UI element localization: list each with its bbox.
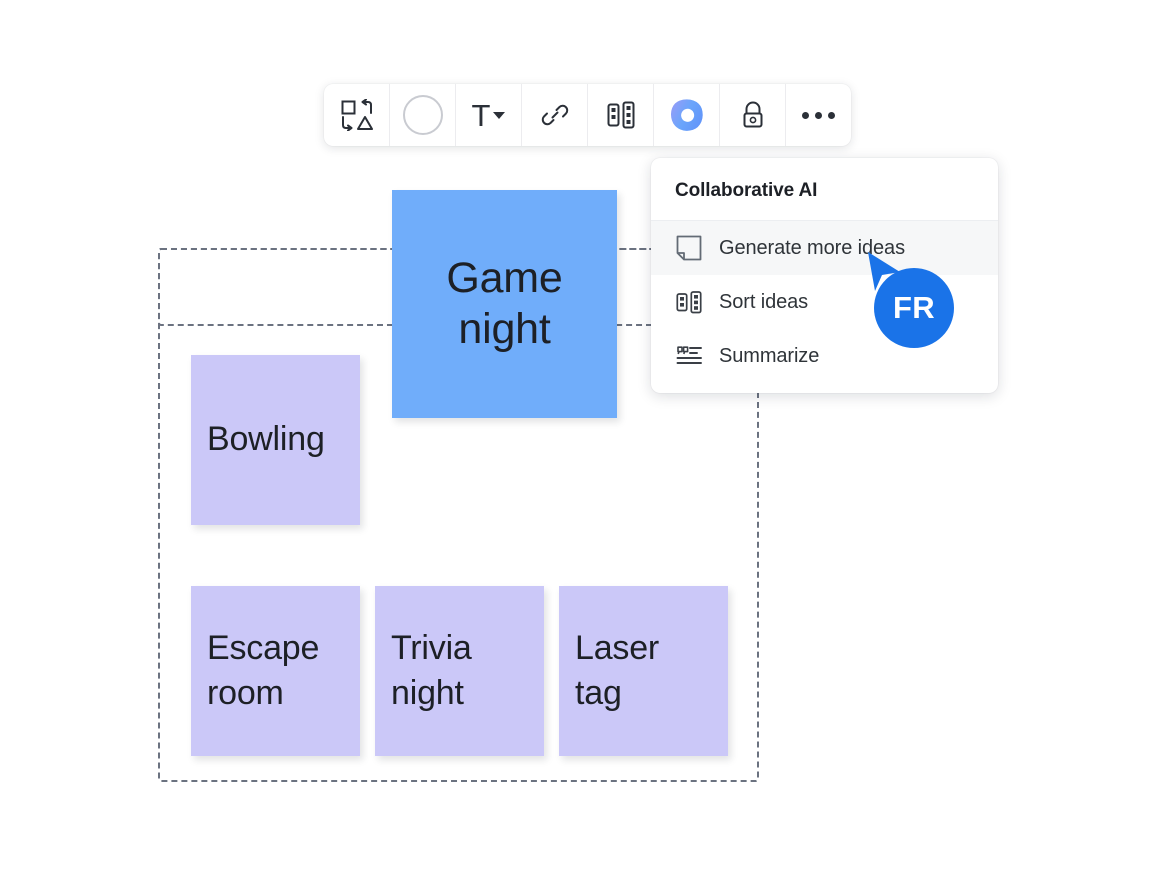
avatar-initials: FR <box>893 290 935 326</box>
sticky-note-text: Game night <box>408 253 601 354</box>
whiteboard-toolbar: T <box>324 84 851 146</box>
tool-collaborative-ai[interactable] <box>654 84 720 146</box>
menu-item-label: Summarize <box>719 345 819 368</box>
tool-link[interactable] <box>522 84 588 146</box>
tool-shape-circle[interactable] <box>390 84 456 146</box>
sticky-note-text: Laser tag <box>575 626 712 716</box>
text-glyph: T <box>472 102 491 129</box>
panel-title: Collaborative AI <box>651 158 998 221</box>
tool-lock[interactable] <box>720 84 786 146</box>
summarize-icon <box>675 342 703 370</box>
sort-columns-icon <box>607 100 635 130</box>
menu-item-label: Generate more ideas <box>719 237 905 260</box>
sticky-note-game-night[interactable]: Game night <box>392 190 617 418</box>
collaborative-ai-panel: Collaborative AI Generate more ideas <box>651 158 998 393</box>
sticky-note-text: Escape room <box>207 626 344 716</box>
menu-item-label: Sort ideas <box>719 291 808 314</box>
whiteboard-canvas[interactable]: Game night Bowling Escape room Trivia ni… <box>0 0 1160 870</box>
tool-more[interactable] <box>786 84 851 146</box>
sticky-note-escape-room[interactable]: Escape room <box>191 586 360 756</box>
chevron-down-icon <box>493 112 505 119</box>
tool-text[interactable]: T <box>456 84 522 146</box>
sticky-note-laser-tag[interactable]: Laser tag <box>559 586 728 756</box>
sticky-note-trivia-night[interactable]: Trivia night <box>375 586 544 756</box>
link-icon <box>540 100 570 130</box>
ai-sparkle-icon <box>666 95 706 135</box>
more-horizontal-icon <box>802 112 835 119</box>
menu-item-generate-more-ideas[interactable]: Generate more ideas <box>651 221 998 275</box>
shapes-connector-icon <box>340 99 374 131</box>
sticky-note-icon <box>675 234 703 262</box>
sticky-note-bowling[interactable]: Bowling <box>191 355 360 525</box>
menu-item-summarize[interactable]: Summarize <box>651 329 998 383</box>
sort-columns-icon <box>675 288 703 316</box>
text-icon: T <box>472 102 506 129</box>
tool-shapes-connector[interactable] <box>324 84 390 146</box>
collaborator-avatar[interactable]: FR <box>874 268 954 348</box>
lock-icon <box>740 100 766 130</box>
tool-sort[interactable] <box>588 84 654 146</box>
circle-icon <box>403 95 443 135</box>
sticky-note-text: Bowling <box>207 417 325 462</box>
sticky-note-text: Trivia night <box>391 626 528 716</box>
